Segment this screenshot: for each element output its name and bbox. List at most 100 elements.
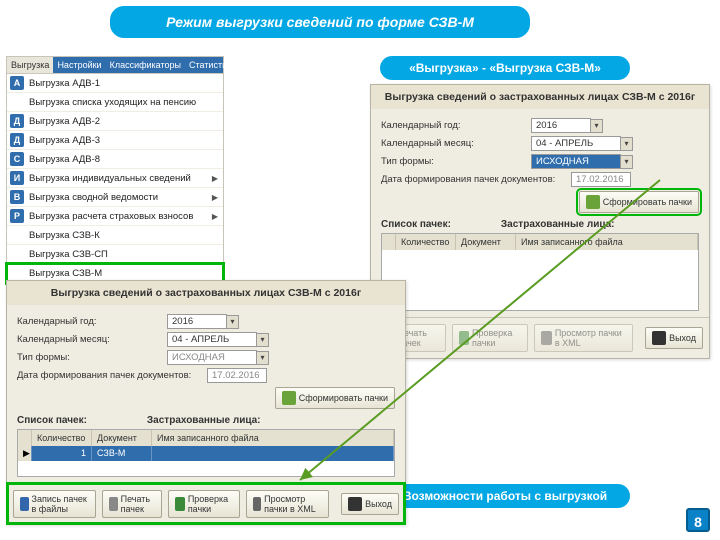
caption-pill: Возможности работы с выгрузкой [380, 484, 630, 508]
menu-item-icon: А [10, 76, 24, 90]
menu-item-label: Выгрузка списка уходящих на пенсию [29, 97, 220, 108]
exit-button[interactable]: Выход [645, 327, 703, 349]
view-xml-button[interactable]: Просмотр пачки в XML [534, 324, 633, 352]
menu-item-label: Выгрузка индивидуальных сведений [29, 173, 212, 184]
grid-header: Количество Документ Имя записанного файл… [18, 430, 394, 446]
month-select[interactable]: 04 - АПРЕЛЬ ▾ [167, 332, 269, 347]
exit-button[interactable]: Выход [341, 493, 399, 515]
packs-list-label: Список пачек: [381, 219, 451, 230]
menu-item[interactable]: Д Выгрузка АДВ-2 [7, 112, 223, 131]
cell-doc: СЗВ-М [92, 446, 152, 461]
xml-icon [541, 331, 551, 345]
menubar-item[interactable]: Выгрузка [7, 57, 53, 73]
menubar-item[interactable]: Статистика [185, 57, 240, 73]
printer-icon [109, 497, 118, 511]
main-menu-panel: Выгрузка Настройки Классификаторы Статис… [6, 56, 224, 317]
grid-col [382, 234, 396, 250]
menubar-item[interactable]: Справка [279, 57, 322, 73]
chevron-down-icon[interactable]: ▾ [257, 351, 269, 365]
check-button[interactable]: Проверка пачки [168, 490, 239, 518]
menu-item-label: Выгрузка СЗВ-К [29, 230, 220, 241]
page-number-badge: 8 [686, 508, 710, 532]
gear-icon [586, 195, 600, 209]
check-button[interactable]: Проверка пачки [452, 324, 529, 352]
menu-item[interactable]: Выгрузка списка уходящих на пенсию [7, 93, 223, 112]
window-toolbar-highlighted: Запись пачек в файлы Печать пачек Провер… [7, 483, 405, 524]
window-toolbar: Печать пачек Проверка пачки Просмотр пач… [371, 317, 709, 358]
chevron-down-icon[interactable]: ▾ [591, 119, 603, 133]
menu-item[interactable]: РВыгрузка расчета страховых взносов▶ [7, 207, 223, 226]
month-value: 04 - АПРЕЛЬ [531, 136, 621, 151]
breadcrumb-pill: «Выгрузка» - «Выгрузка СЗВ-М» [380, 56, 630, 80]
menu-item[interactable]: АВыгрузка АДВ-1 [7, 74, 223, 93]
menu-item[interactable]: ВВыгрузка сводной ведомости▶ [7, 188, 223, 207]
window-title: Выгрузка сведений о застрахованных лицах… [371, 85, 709, 109]
print-button[interactable]: Печать пачек [102, 490, 162, 518]
grid-col: Количество [32, 430, 92, 446]
month-select[interactable]: 04 - АПРЕЛЬ ▾ [531, 136, 633, 151]
menubar-item[interactable]: Классификаторы [106, 57, 185, 73]
chevron-down-icon[interactable]: ▾ [257, 333, 269, 347]
date-label: Дата формирования пачек документов: [17, 370, 207, 381]
menubar[interactable]: Выгрузка Настройки Классификаторы Статис… [7, 57, 223, 73]
grid-col: Имя записанного файла [516, 234, 698, 250]
year-select[interactable]: 2016 ▾ [167, 314, 239, 329]
menu-item-icon: С [10, 152, 24, 166]
year-value: 2016 [167, 314, 227, 329]
menu-item[interactable]: Выгрузка СЗВ-К [7, 226, 223, 245]
year-label: Календарный год: [17, 316, 167, 327]
menubar-item[interactable]: Сервис [240, 57, 279, 73]
chevron-down-icon[interactable]: ▾ [621, 155, 633, 169]
cell-qty: 1 [32, 446, 92, 461]
button-label: Сформировать пачки [603, 197, 692, 207]
menu-item-icon: Д [10, 133, 24, 147]
window-title: Выгрузка сведений о застрахованных лицах… [7, 281, 405, 305]
type-select[interactable]: ИСХОДНАЯ ▾ [531, 154, 633, 169]
packs-grid: Количество Документ Имя записанного файл… [17, 429, 395, 477]
packs-list-label: Список пачек: [17, 415, 87, 426]
grid-header: Количество Документ Имя записанного файл… [382, 234, 698, 250]
submenu-arrow-icon: ▶ [212, 212, 220, 221]
menu-item[interactable]: ДВыгрузка АДВ-3 [7, 131, 223, 150]
insured-list-label: Застрахованные лица: [147, 415, 261, 426]
menu-item[interactable]: С Выгрузка АДВ-8 [7, 150, 223, 169]
packs-grid: Количество Документ Имя записанного файл… [381, 233, 699, 311]
type-label: Тип формы: [381, 156, 531, 167]
form-packs-button[interactable]: Сформировать пачки [579, 191, 699, 213]
type-value: ИСХОДНАЯ [167, 350, 257, 365]
submenu-arrow-icon: ▶ [212, 174, 220, 183]
table-row[interactable]: ▶ 1 СЗВ-М [18, 446, 394, 461]
gear-icon [282, 391, 296, 405]
type-select[interactable]: ИСХОДНАЯ ▾ [167, 350, 269, 365]
menu-item[interactable]: И Выгрузка индивидуальных сведений▶ [7, 169, 223, 188]
menu-item[interactable]: Выгрузка СЗВ-СП [7, 245, 223, 264]
menu-item-label: Выгрузка АДВ-8 [29, 154, 220, 165]
export-window-empty: Выгрузка сведений о застрахованных лицах… [370, 84, 710, 359]
year-select[interactable]: 2016 ▾ [531, 118, 603, 133]
menubar-item[interactable]: Настройки [53, 57, 105, 73]
menu-dropdown: АВыгрузка АДВ-1 Выгрузка списка уходящих … [7, 73, 223, 302]
menu-item-icon: В [10, 190, 24, 204]
type-value: ИСХОДНАЯ [531, 154, 621, 169]
chevron-down-icon[interactable]: ▾ [621, 137, 633, 151]
menu-item-label: Выгрузка АДВ-2 [29, 116, 220, 127]
grid-body: ▶ 1 СЗВ-М [18, 446, 394, 476]
button-label: Выход [669, 333, 696, 343]
button-label: Запись пачек в файлы [32, 494, 89, 514]
grid-col: Количество [396, 234, 456, 250]
button-label: Просмотр пачки в XML [264, 494, 322, 514]
export-window-filled: Выгрузка сведений о застрахованных лицах… [6, 280, 406, 525]
grid-col: Документ [92, 430, 152, 446]
year-label: Календарный год: [381, 120, 531, 131]
type-label: Тип формы: [17, 352, 167, 363]
button-label: Сформировать пачки [299, 393, 388, 403]
chevron-down-icon[interactable]: ▾ [227, 315, 239, 329]
menubar-item[interactable]: Выход [322, 57, 357, 73]
button-label: Просмотр пачки в XML [555, 328, 626, 348]
menu-item-icon: Д [10, 114, 24, 128]
exit-icon [652, 331, 666, 345]
form-packs-button[interactable]: Сформировать пачки [275, 387, 395, 409]
save-button[interactable]: Запись пачек в файлы [13, 490, 96, 518]
view-xml-button[interactable]: Просмотр пачки в XML [246, 490, 329, 518]
menu-item-icon: И [10, 171, 24, 185]
